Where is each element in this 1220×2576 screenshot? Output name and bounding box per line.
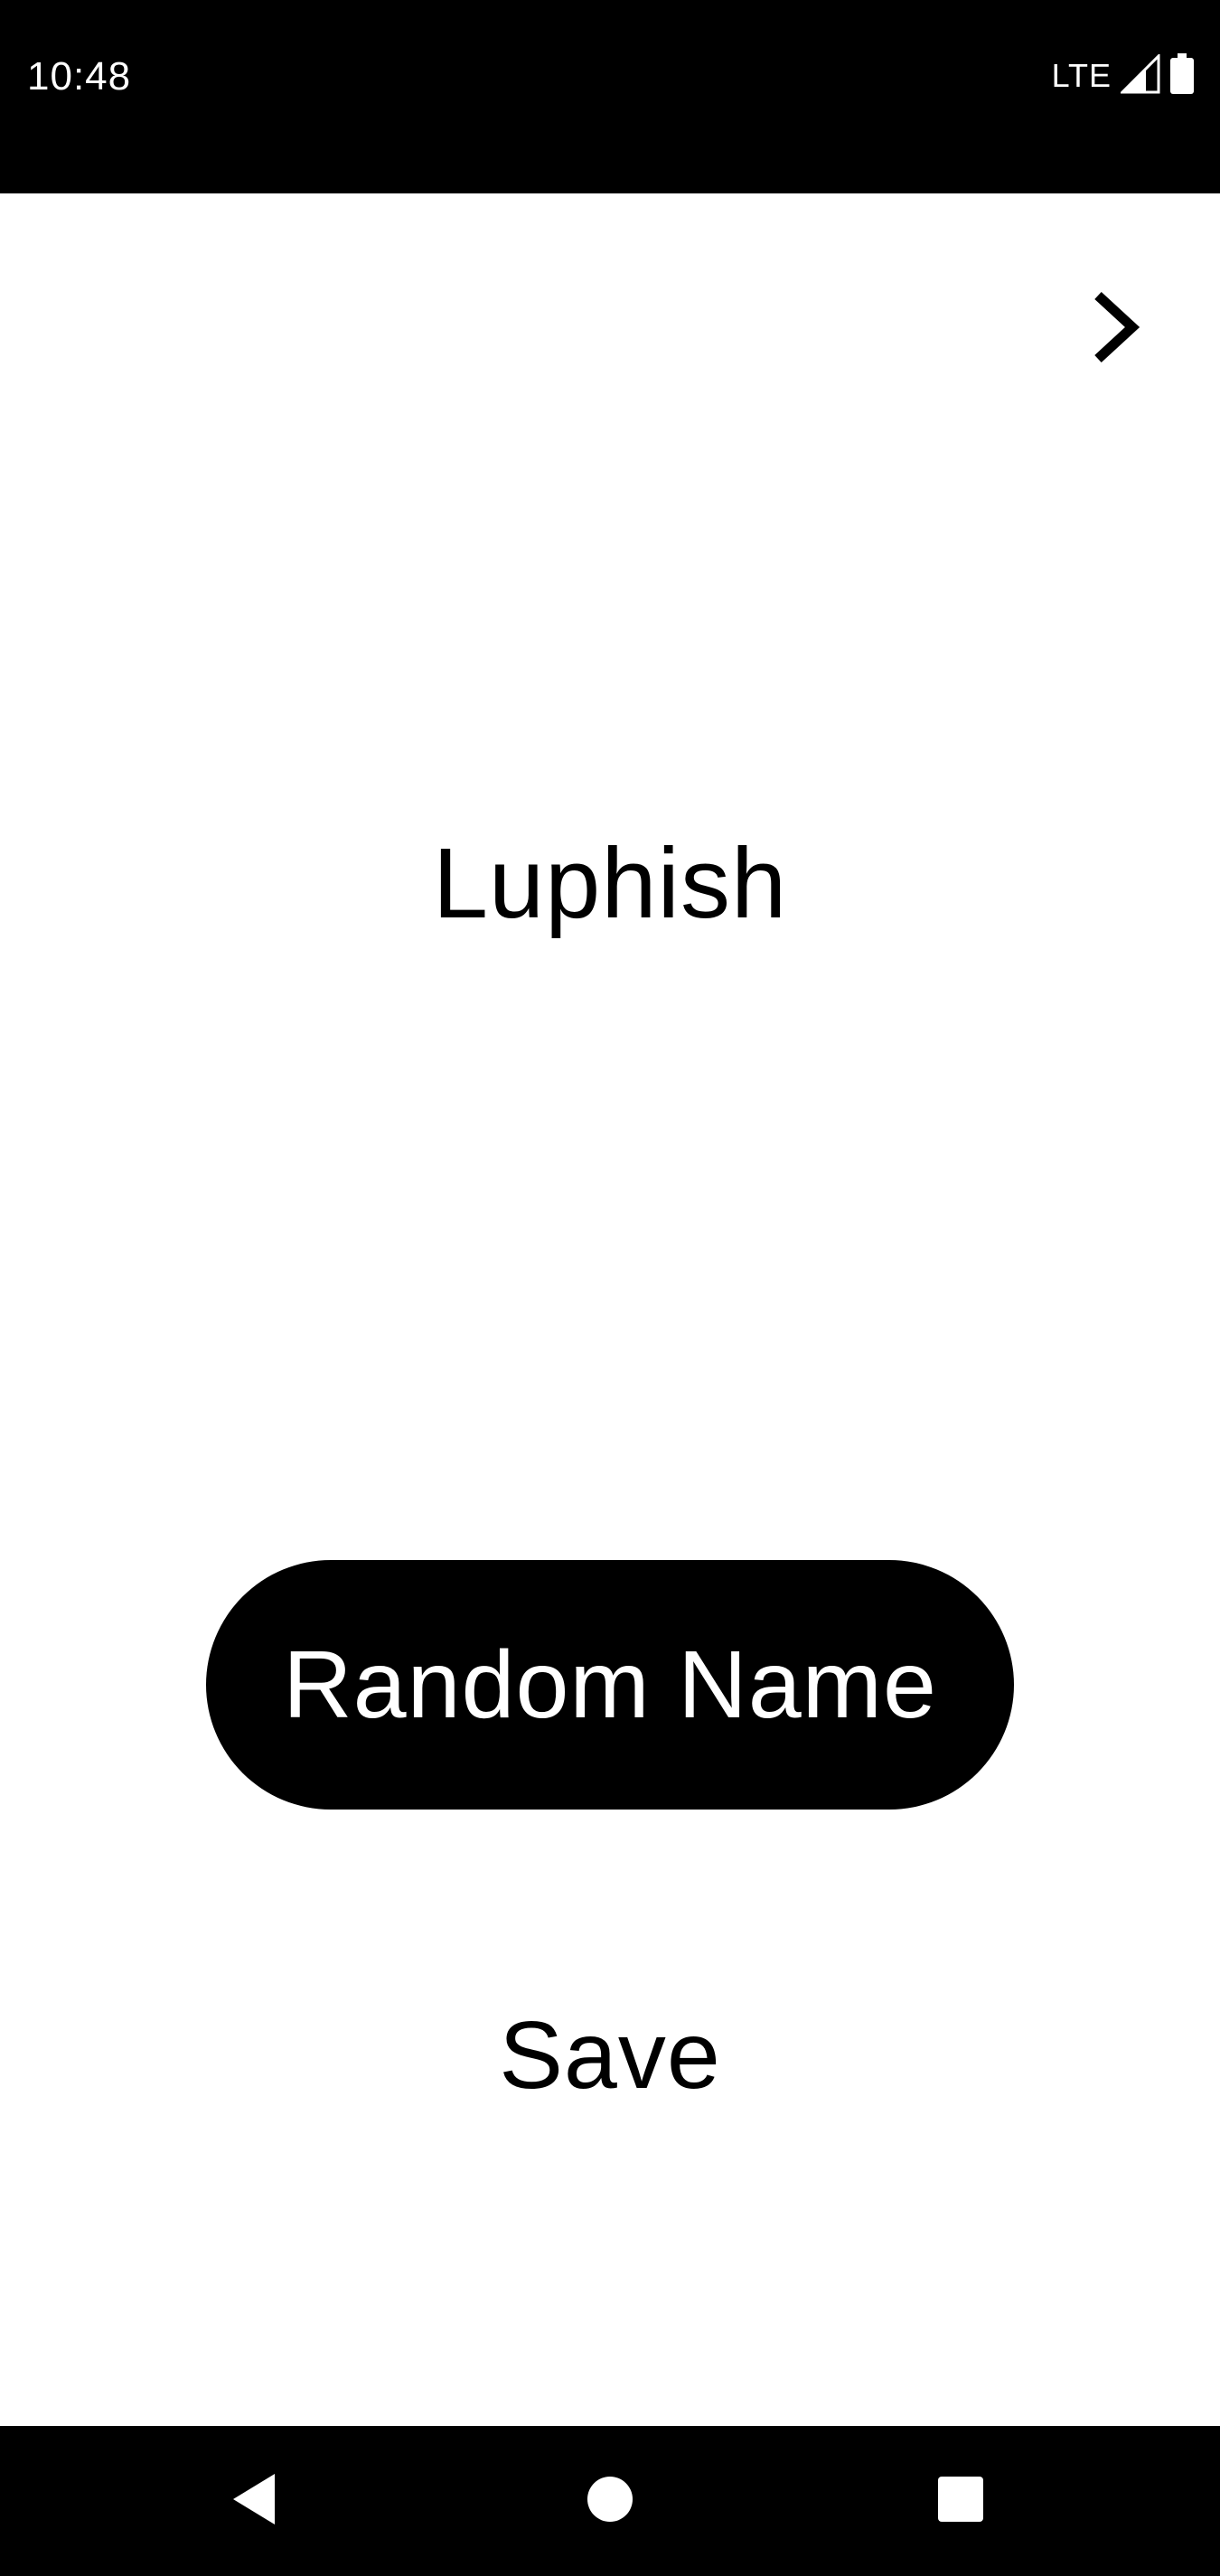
back-button[interactable]: [192, 2426, 318, 2576]
signal-icon: [1119, 52, 1160, 99]
network-type-label: LTE: [1051, 57, 1112, 94]
save-button[interactable]: Save: [0, 2001, 1220, 2111]
status-bar: 10:48 LTE: [0, 0, 1220, 193]
recents-icon: [936, 2475, 985, 2528]
battery-icon: [1169, 52, 1195, 99]
navigation-bar: [0, 2426, 1220, 2576]
chevron-right-icon: [1089, 287, 1143, 372]
recents-button[interactable]: [897, 2426, 1024, 2576]
home-button[interactable]: [547, 2426, 673, 2576]
status-time: 10:48: [27, 54, 132, 99]
app-screen: 10:48 LTE Luphish Random Name Save: [0, 0, 1220, 2576]
back-icon: [228, 2470, 282, 2533]
home-icon: [585, 2474, 635, 2529]
generated-name: Luphish: [432, 828, 788, 939]
random-name-button[interactable]: Random Name: [206, 1560, 1014, 1810]
main-content: Luphish Random Name Save: [0, 193, 1220, 2426]
next-button[interactable]: [1075, 275, 1157, 383]
status-icons: LTE: [1051, 52, 1195, 99]
